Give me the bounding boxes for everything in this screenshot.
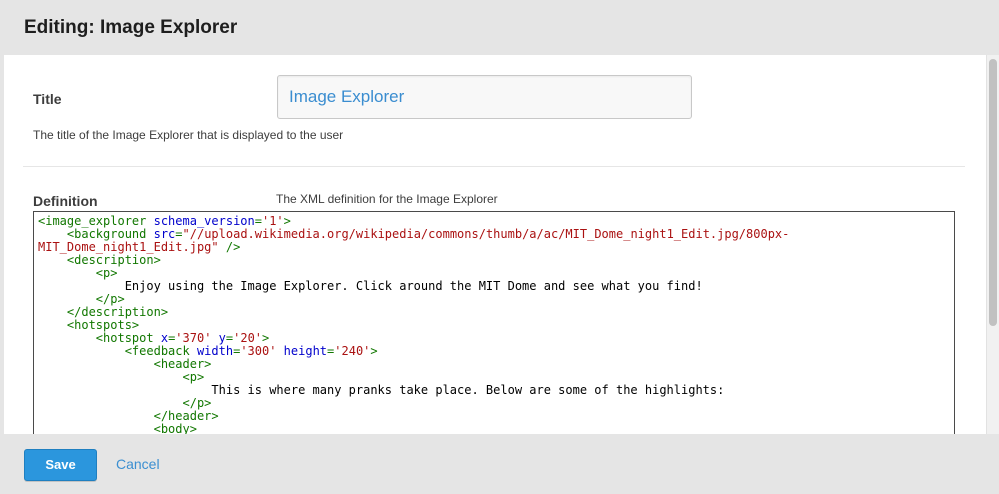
code-token: <p> (38, 266, 118, 280)
code-token: <description> (38, 253, 161, 267)
code-token: y (218, 331, 226, 345)
code-token: </p> (38, 292, 125, 306)
code-token: /> (218, 240, 241, 254)
code-token: MIT_Dome_night1_Edit.jpg" (38, 240, 219, 254)
modal-title: Editing: Image Explorer (24, 17, 238, 38)
code-line: </description> (38, 306, 789, 319)
save-button[interactable]: Save (24, 449, 97, 481)
code-token: '240' (334, 344, 371, 358)
scrollbar-thumb[interactable] (989, 59, 997, 326)
code-token: <p> (38, 370, 205, 384)
code-token: '20' (233, 331, 263, 345)
field-divider (23, 166, 965, 167)
code-line: Enjoy using the Image Explorer. Click ar… (38, 280, 789, 293)
code-token: <image_explorer (38, 214, 154, 228)
code-token: <feedback (38, 344, 197, 358)
code-token: = (175, 227, 183, 241)
cancel-link[interactable]: Cancel (116, 456, 160, 472)
modal-footer: Save Cancel (0, 434, 999, 494)
definition-label: Definition (33, 193, 98, 209)
code-token: > (262, 331, 270, 345)
code-token: '300' (240, 344, 277, 358)
code-token: <header> (38, 357, 212, 371)
code-line: <description> (38, 254, 789, 267)
title-label: Title (33, 91, 62, 107)
code-token: <body> (38, 422, 197, 435)
definition-help-text: The XML definition for the Image Explore… (276, 192, 498, 206)
code-token: </p> (38, 396, 212, 410)
code-token: '370' (175, 331, 212, 345)
code-token: "//upload.wikimedia.org/wikipedia/common… (182, 227, 790, 241)
code-token: </description> (38, 305, 169, 319)
code-token: height (283, 344, 328, 358)
code-token: This is where many pranks take place. Be… (38, 383, 725, 397)
title-input[interactable] (277, 75, 692, 119)
vertical-scrollbar[interactable] (986, 55, 999, 434)
code-token: <background (38, 227, 154, 241)
code-token: width (196, 344, 234, 358)
modal-header: Editing: Image Explorer (0, 0, 999, 55)
code-token: > (283, 214, 291, 228)
xml-definition-editor[interactable]: <image_explorer schema_version='1'> <bac… (33, 211, 955, 434)
code-token: </header> (38, 409, 219, 423)
code-line: <body> (38, 422, 789, 435)
code-token: Enjoy using the Image Explorer. Click ar… (38, 279, 703, 293)
xml-code-content[interactable]: <image_explorer schema_version='1'> <bac… (38, 214, 790, 435)
settings-form: Title The title of the Image Explorer th… (4, 55, 986, 434)
title-help-text: The title of the Image Explorer that is … (33, 128, 344, 142)
code-token: <hotspots> (38, 318, 140, 332)
code-token: > (370, 344, 378, 358)
code-token: schema_version (153, 214, 255, 228)
code-token: = (254, 214, 262, 228)
code-token: <hotspot (38, 331, 161, 345)
code-token: src (153, 227, 176, 241)
code-token: '1' (261, 214, 284, 228)
code-token: x (160, 331, 169, 345)
